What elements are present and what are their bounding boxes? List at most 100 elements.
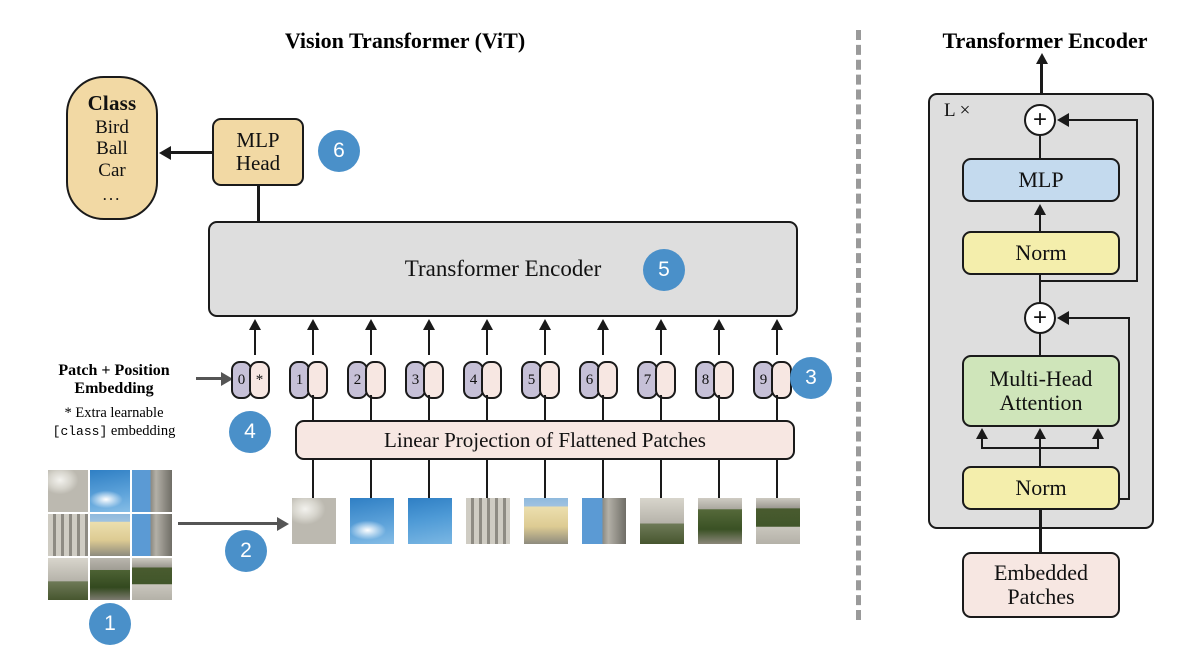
proj-to-token-line-7 xyxy=(660,395,663,421)
token-patch-9 xyxy=(771,361,792,399)
token-patch-5 xyxy=(539,361,560,399)
patch-to-proj-line-8 xyxy=(718,460,721,498)
qkv-arrow-q xyxy=(981,437,984,449)
sequence-patch-4 xyxy=(466,498,510,544)
token-patch-7 xyxy=(655,361,676,399)
token-arrow-5 xyxy=(544,328,547,355)
right-panel-title: Transformer Encoder xyxy=(942,28,1148,53)
embedded-patches-line1: Embedded xyxy=(993,560,1089,586)
patch-to-proj-line-9 xyxy=(776,460,779,498)
badge-1: 1 xyxy=(89,603,131,645)
proj-to-token-line-3 xyxy=(428,395,431,421)
mlp-label: MLP xyxy=(1018,167,1064,193)
encoder-output-arrow xyxy=(1040,62,1043,96)
proj-to-token-line-8 xyxy=(718,395,721,421)
embedding-label-line1: Patch + Position xyxy=(58,362,170,379)
token-patch-8 xyxy=(713,361,734,399)
token-class-star: * xyxy=(249,361,270,399)
token-arrow-9 xyxy=(776,328,779,355)
class-item-car: Car xyxy=(98,159,126,181)
token-1: 1 xyxy=(289,361,328,399)
grid-patch-5 xyxy=(90,514,130,556)
class-token-tail: embedding xyxy=(107,423,176,440)
attention-line2: Attention xyxy=(999,390,1083,415)
proj-to-token-line-5 xyxy=(544,395,547,421)
norm-top-label: Norm xyxy=(1015,240,1067,266)
sequence-patch-2 xyxy=(350,498,394,544)
class-item-ball: Ball xyxy=(96,138,128,160)
embedded-patches-line2: Patches xyxy=(1007,584,1075,609)
grid-patch-3 xyxy=(132,470,172,512)
sequence-patch-6 xyxy=(582,498,626,544)
attention-line1: Multi-Head xyxy=(989,366,1093,392)
sequence-patch-8 xyxy=(698,498,742,544)
class-heading: Class xyxy=(87,91,137,116)
token-arrow-2 xyxy=(370,328,373,355)
mlp-head-line1: MLP xyxy=(236,128,280,153)
grid-patch-1 xyxy=(48,470,88,512)
class-item-bird: Bird xyxy=(95,117,129,139)
token-3: 3 xyxy=(405,361,444,399)
norm-top-to-mlp-arrow xyxy=(1039,213,1042,231)
token-patch-6 xyxy=(597,361,618,399)
plus-bottom-to-attention-line xyxy=(1039,332,1042,356)
mlp-head-line2: Head xyxy=(235,151,281,175)
grid-patch-4 xyxy=(48,514,88,556)
patch-to-proj-line-5 xyxy=(544,460,547,498)
token-class: 0 * xyxy=(231,361,270,399)
token-2: 2 xyxy=(347,361,386,399)
grid-patch-6 xyxy=(132,514,172,556)
class-output-pill: Class Bird Ball Car ... xyxy=(66,76,158,220)
transformer-encoder-block: Transformer Encoder xyxy=(208,221,798,317)
embedding-label-line2: Embedding xyxy=(74,380,154,398)
norm-top-box: Norm xyxy=(962,231,1120,275)
grid-patch-2 xyxy=(90,470,130,512)
panel-divider xyxy=(856,30,861,620)
sequence-patch-9 xyxy=(756,498,800,544)
residual-top-bottom-leg xyxy=(1041,280,1138,283)
badge-4: 4 xyxy=(229,411,271,453)
patch-to-proj-line-1 xyxy=(312,460,315,498)
residual-add-bottom: + xyxy=(1024,302,1056,334)
patch-to-proj-line-7 xyxy=(660,460,663,498)
token-arrow-3 xyxy=(428,328,431,355)
residual-bottom-arrow-leg xyxy=(1068,317,1130,320)
split-to-sequence-arrow xyxy=(178,522,278,525)
proj-to-token-line-6 xyxy=(602,395,605,421)
linear-projection-box: Linear Projection of Flattened Patches xyxy=(295,420,795,460)
residual-bottom-vertical xyxy=(1128,318,1131,500)
residual-top-arrow-leg xyxy=(1068,119,1138,122)
grid-patch-9 xyxy=(132,558,172,600)
sequence-patch-7 xyxy=(640,498,684,544)
patch-to-proj-line-6 xyxy=(602,460,605,498)
patch-to-proj-line-3 xyxy=(428,460,431,498)
proj-to-token-line-1 xyxy=(312,395,315,421)
sequence-patch-3 xyxy=(408,498,452,544)
proj-to-token-line-4 xyxy=(486,395,489,421)
sequence-patch-5 xyxy=(524,498,568,544)
norm-bottom-box: Norm xyxy=(962,466,1120,510)
embedded-to-norm-line xyxy=(1039,509,1042,554)
norm-bottom-label: Norm xyxy=(1015,475,1067,501)
token-arrow-4 xyxy=(486,328,489,355)
proj-to-token-line-9 xyxy=(776,395,779,421)
token-patch-1 xyxy=(307,361,328,399)
patch-to-proj-line-2 xyxy=(370,460,373,498)
token-patch-4 xyxy=(481,361,502,399)
transformer-encoder-label: Transformer Encoder xyxy=(404,255,602,281)
patch-to-proj-line-4 xyxy=(486,460,489,498)
mlp-head-connector xyxy=(257,186,260,222)
grid-patch-7 xyxy=(48,558,88,600)
token-arrow-1 xyxy=(312,328,315,355)
linear-projection-label: Linear Projection of Flattened Patches xyxy=(384,427,706,452)
token-patch-2 xyxy=(365,361,386,399)
residual-add-top: + xyxy=(1024,104,1056,136)
token-arrow-8 xyxy=(718,328,721,355)
mlp-box: MLP xyxy=(962,158,1120,202)
badge-2: 2 xyxy=(225,530,267,572)
patch-position-embedding-label: Patch + Position Embedding xyxy=(24,362,204,399)
token-arrow-0 xyxy=(254,328,257,355)
grid-patch-8 xyxy=(90,558,130,600)
token-6: 6 xyxy=(579,361,618,399)
token-arrow-7 xyxy=(660,328,663,355)
